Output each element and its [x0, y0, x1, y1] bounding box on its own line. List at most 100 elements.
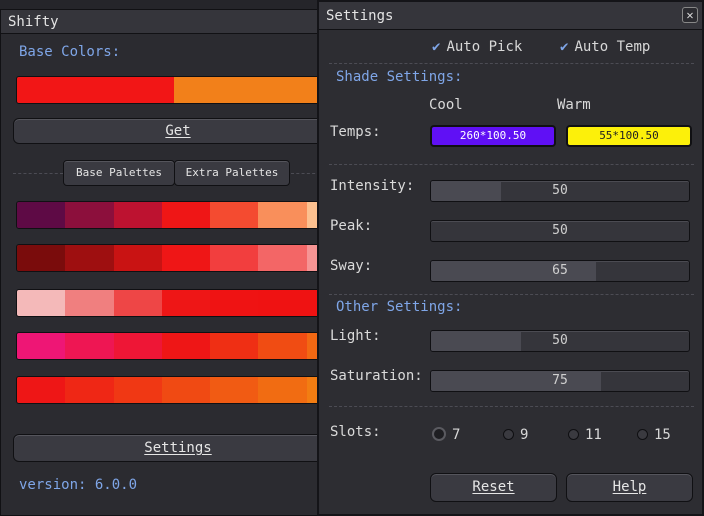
palette-swatch[interactable] [17, 333, 66, 359]
other-settings-title: Other Settings: [336, 299, 463, 315]
light-label: Light: [330, 328, 381, 344]
settings-button-label: Settings [144, 440, 212, 456]
palette-row[interactable] [16, 244, 356, 272]
palette-swatch[interactable] [161, 245, 211, 271]
slot-radio-label: 9 [520, 427, 529, 443]
radio-dot-icon [568, 429, 579, 440]
shifty-titlebar[interactable]: Shifty [1, 10, 329, 34]
slot-radio-15[interactable]: 15 [637, 427, 671, 443]
saturation-slider[interactable]: 75 [430, 370, 690, 392]
auto-temp-label: Auto Temp [574, 39, 651, 55]
base-colors-strip[interactable] [16, 76, 346, 104]
settings-titlebar[interactable]: Settings ✕ [319, 2, 702, 30]
reset-button[interactable]: Reset [430, 473, 557, 502]
palette-row[interactable] [16, 201, 356, 229]
palette-swatch[interactable] [17, 202, 66, 228]
base-colors-label: Base Colors: [19, 44, 121, 60]
tab-base-palettes-label: Base Palettes [75, 166, 163, 179]
palette-swatch[interactable] [65, 202, 114, 228]
palette-swatch[interactable] [113, 377, 162, 403]
palette-swatch[interactable] [258, 333, 307, 359]
cool-label: Cool [429, 97, 463, 113]
settings-button[interactable]: Settings [13, 434, 343, 462]
close-icon[interactable]: ✕ [682, 7, 698, 23]
palette-swatch[interactable] [210, 245, 259, 271]
palette-row[interactable] [16, 332, 356, 360]
palette-swatch[interactable] [210, 333, 259, 359]
palette-swatch[interactable] [113, 202, 162, 228]
palette-swatch[interactable] [161, 333, 211, 359]
temps-label: Temps: [330, 124, 381, 140]
tab-extra-palettes-label: Extra Palettes [185, 166, 279, 179]
warm-label: Warm [557, 97, 591, 113]
sway-label: Sway: [330, 258, 373, 274]
palette-swatch[interactable] [210, 377, 259, 403]
base-color-swatch[interactable] [17, 77, 175, 103]
help-button[interactable]: Help [566, 473, 693, 502]
palette-swatch[interactable] [17, 245, 66, 271]
palette-swatch[interactable] [65, 333, 114, 359]
palette-swatch[interactable] [65, 290, 114, 316]
palette-swatch[interactable] [161, 377, 211, 403]
peak-label: Peak: [330, 218, 373, 234]
palette-swatch[interactable] [113, 245, 162, 271]
help-button-label: Help [612, 479, 647, 495]
radio-dot-icon [637, 429, 648, 440]
intensity-value: 50 [552, 183, 568, 198]
check-icon: ✔ [432, 39, 441, 55]
cool-temp-button[interactable]: 260*100.50 [430, 125, 556, 147]
get-button[interactable]: Get [13, 118, 343, 144]
tab-extra-palettes[interactable]: Extra Palettes [174, 160, 290, 186]
auto-pick-checkbox[interactable]: ✔ Auto Pick [432, 39, 522, 55]
saturation-label: Saturation: [330, 368, 423, 384]
palette-row[interactable] [16, 289, 356, 317]
slot-radio-label: 15 [654, 427, 671, 443]
divider [329, 406, 694, 407]
radio-dot-icon [432, 427, 446, 441]
divider-left [13, 173, 63, 174]
intensity-label: Intensity: [330, 178, 415, 194]
palette-swatch[interactable] [210, 202, 259, 228]
palette-swatch[interactable] [65, 245, 114, 271]
palette-swatch[interactable] [113, 333, 162, 359]
get-button-label: Get [165, 123, 191, 139]
shade-settings-title: Shade Settings: [336, 69, 463, 85]
palette-swatch[interactable] [258, 290, 307, 316]
slot-radio-7[interactable]: 7 [432, 427, 460, 443]
divider [329, 294, 694, 295]
radio-dot-icon [503, 429, 514, 440]
palette-swatch[interactable] [258, 202, 307, 228]
palette-row[interactable] [16, 376, 356, 404]
palette-swatch[interactable] [17, 290, 66, 316]
warm-temp-button[interactable]: 55*100.50 [566, 125, 692, 147]
slots-label: Slots: [330, 424, 381, 440]
light-value: 50 [552, 333, 568, 348]
auto-pick-label: Auto Pick [446, 39, 523, 55]
shifty-window: Shifty Base Colors: Get Base Palettes Ex… [0, 9, 356, 516]
slot-radio-9[interactable]: 9 [503, 427, 528, 443]
sway-slider[interactable]: 65 [430, 260, 690, 282]
peak-slider[interactable]: 50 [430, 220, 690, 242]
palette-swatch[interactable] [210, 290, 259, 316]
settings-dialog: Settings ✕ ✔ Auto Pick ✔ Auto Temp Shade S… [317, 0, 704, 516]
auto-temp-checkbox[interactable]: ✔ Auto Temp [560, 39, 650, 55]
divider [329, 63, 694, 64]
palette-swatch[interactable] [17, 377, 66, 403]
slot-radio-11[interactable]: 11 [568, 427, 602, 443]
check-icon: ✔ [560, 39, 569, 55]
sway-value: 65 [552, 263, 568, 278]
intensity-slider[interactable]: 50 [430, 180, 690, 202]
palette-swatch[interactable] [161, 290, 211, 316]
palette-swatch[interactable] [258, 377, 307, 403]
palette-swatch[interactable] [161, 202, 211, 228]
light-slider[interactable]: 50 [430, 330, 690, 352]
palette-swatch[interactable] [258, 245, 307, 271]
version-text: version: 6.0.0 [19, 477, 138, 493]
palette-swatch[interactable] [65, 377, 114, 403]
palette-swatch[interactable] [113, 290, 162, 316]
settings-title: Settings [326, 8, 394, 24]
slot-radio-label: 7 [452, 427, 461, 443]
shifty-title: Shifty [8, 14, 59, 30]
tab-base-palettes[interactable]: Base Palettes [63, 160, 175, 186]
reset-button-label: Reset [472, 479, 515, 495]
